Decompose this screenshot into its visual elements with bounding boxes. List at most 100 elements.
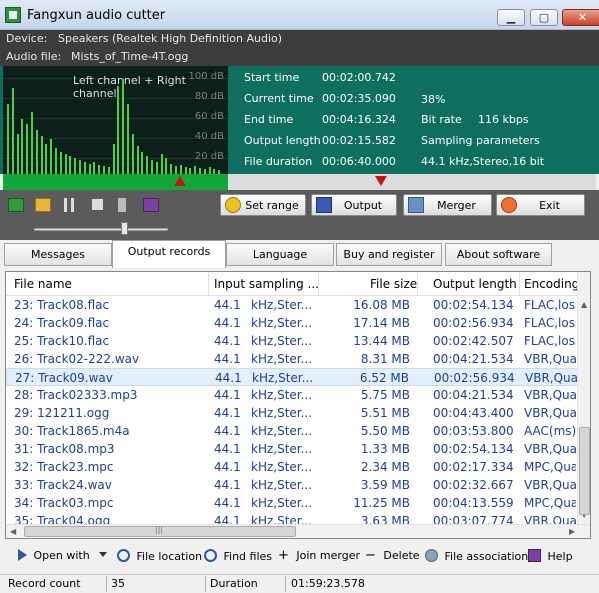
spectrum-bar [16,134,19,174]
find-files-button[interactable]: Find files [204,549,272,567]
spectrum-bar [141,152,144,174]
file-size-cell: 8.31 MB [360,352,410,366]
merger-button[interactable]: Merger [403,194,492,216]
spectrum-bar [93,162,96,174]
table-row[interactable]: 25: Track10.flac 44.1 kHz,Ster... 13.44 MB 0… [6,332,578,350]
table-row[interactable]: 28: Track02333.mp3 44.1 kHz,Ster... 5.75 MB… [6,386,578,404]
table-row[interactable]: 23: Track08.flac 44.1 kHz,Ster... 16.08 MB 0… [6,296,578,314]
range-track[interactable] [3,174,596,190]
column-header-input-sampling[interactable]: Input sampling ... [214,277,319,291]
output-length-cell: 00:02:56.934 [434,371,515,385]
spectrum-bar [98,165,101,174]
sampling-rate-cell: 44.1 [214,424,241,438]
output-length-cell: 00:02:32.667 [433,478,514,492]
column-header-file-size[interactable]: File size [370,277,417,291]
column-header-output-length[interactable]: Output length [433,277,517,291]
spectrum-bar [122,79,125,174]
book-icon [528,549,541,562]
table-row[interactable]: 26: Track02-222.wav 44.1 kHz,Ster... 8.31 M… [6,350,578,368]
encoding-cell: VBR,Qual [524,388,576,402]
encoding-cell: FLAC,loss [524,316,576,330]
file-name-cell: 32: Track23.mpc [14,460,114,474]
table-row[interactable]: 34: Track03.mpc 44.1 kHz,Ster... 11.25 MB 00… [6,494,578,512]
spectrum-bar [50,139,53,174]
sampling-format-cell: kHz,Ster... [251,424,313,438]
spectrum-bar [165,158,168,174]
file-size-cell: 3.59 MB [360,478,410,492]
spectrum-bar [107,167,110,174]
file-size-cell: 16.08 MB [353,298,410,312]
table-header: File name Input sampling ... File size O… [6,272,590,296]
output-button[interactable]: Output [311,194,397,216]
spectrum-bar [7,104,9,174]
column-header-encoding[interactable]: Encoding [524,277,579,291]
sampling-rate-cell: 44.1 [215,371,242,385]
encoding-cell: MPC,Qual [524,460,576,474]
join-merger-button[interactable]: + Join merger [278,549,360,567]
range-fill [3,174,228,190]
scroll-left-icon[interactable]: ◀ [10,527,16,536]
audio-file-label: Audio file: [6,50,62,63]
column-header-file-name[interactable]: File name [14,277,72,291]
current-time-label: Current time [244,92,314,105]
table-row[interactable]: 32: Track23.mpc 44.1 kHz,Ster... 2.34 MB 00:… [6,458,578,476]
sampling-rate-cell: 44.1 [214,496,241,510]
db-tick: 40 dB [194,131,224,142]
file-name-cell: 24: Track09.flac [14,316,110,330]
table-row[interactable]: 33: Track24.wav 44.1 kHz,Ster... 3.59 MB 00:… [6,476,578,494]
file-location-button[interactable]: File location [117,549,202,567]
spectrum-bar [31,112,33,174]
volume-slider[interactable] [34,228,168,231]
tab-messages[interactable]: Messages [4,243,112,266]
maximize-button[interactable]: ▢ [530,9,558,26]
exit-button[interactable]: Exit [496,194,585,216]
delete-button[interactable]: − Delete [365,549,420,567]
chevron-down-icon[interactable] [99,552,107,557]
file-association-button[interactable]: File association [425,549,528,567]
tab-output-records[interactable]: Output records [112,240,226,268]
volume-slider-thumb[interactable] [121,222,128,235]
app-window: Fangxun audio cutter ▁ ▢ ✕ Device: Speak… [0,0,599,593]
file-duration-value: 00:06:40.000 [322,155,396,168]
table-row[interactable]: 27: Track09.wav 44.1 kHz,Ster... 6.52 MB 00:… [6,368,578,386]
bit-rate-value: 116 kbps [478,113,529,126]
open-with-button[interactable]: Open with [18,549,90,567]
tab-buy-and-register[interactable]: Buy and register [336,243,442,266]
encoding-cell: VBR,Qual [524,352,576,366]
end-time-value: 00:04:16.324 [322,113,396,126]
spectrum-bar [194,166,197,174]
book-icon[interactable] [143,198,159,212]
spectrum-bar [40,136,43,174]
table-row[interactable]: 31: Track08.mp3 44.1 kHz,Ster... 1.33 MB 00:… [6,440,578,458]
record-count-label: Record count [8,577,81,590]
output-length-cell: 00:02:54.134 [433,298,514,312]
pause-icon[interactable] [64,198,74,212]
horizontal-scroll-thumb[interactable]: ||| [24,525,296,537]
stop-icon[interactable] [92,199,103,210]
close-button[interactable]: ✕ [562,9,599,26]
sampling-format-cell: kHz,Ster... [251,352,313,366]
open-file-icon[interactable] [8,198,24,212]
vertical-scroll-thumb[interactable] [579,427,590,515]
tab-language[interactable]: Language [226,243,334,266]
minimize-button[interactable]: ▁ [497,9,525,26]
tab-about-software[interactable]: About software [445,243,552,266]
scroll-right-icon[interactable]: ▶ [569,527,575,536]
help-button[interactable]: Help [528,549,573,567]
set-range-button[interactable]: Set range [220,194,306,216]
current-position-marker-icon[interactable] [375,176,387,186]
sampling-format-cell: kHz,Ster... [251,496,313,510]
progress-percent: 38% [421,93,446,106]
scroll-up-icon[interactable]: ▲ [581,300,587,309]
start-time-value: 00:02:00.742 [322,71,396,84]
folder-icon[interactable] [35,198,51,212]
sampling-format-cell: kHz,Ster... [251,388,313,402]
range-start-marker-icon[interactable] [174,176,186,186]
output-length-cell: 00:02:54.134 [433,442,514,456]
table-row[interactable]: 30: Track1865.m4a 44.1 kHz,Ster... 5.50 MB 0… [6,422,578,440]
volume-icon[interactable] [118,198,126,212]
table-row[interactable]: 24: Track09.flac 44.1 kHz,Ster... 17.14 MB 0… [6,314,578,332]
spectrum-bar [83,162,86,174]
device-label: Device: [6,32,48,45]
table-row[interactable]: 29: 121211.ogg 44.1 kHz,Ster... 5.51 MB 00:0… [6,404,578,422]
